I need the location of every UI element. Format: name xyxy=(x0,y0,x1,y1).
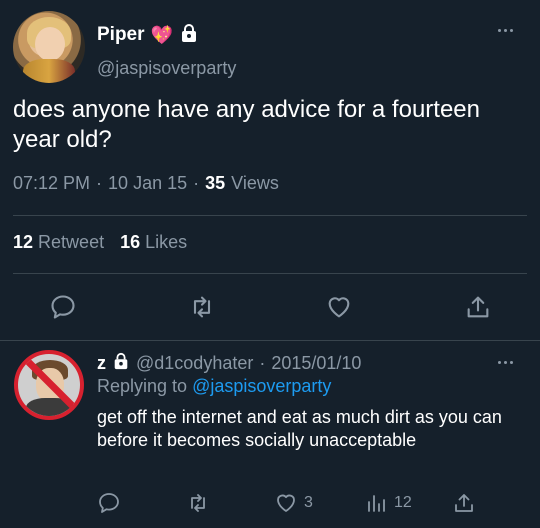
reply-like-count: 3 xyxy=(304,494,313,511)
reply-more-options-icon[interactable] xyxy=(498,356,520,368)
author-avatar[interactable] xyxy=(13,11,85,83)
reply-button[interactable] xyxy=(49,293,77,321)
share-icon xyxy=(467,296,489,318)
divider xyxy=(0,340,540,341)
reply-icon xyxy=(99,493,119,513)
tweet-text: does anyone have any advice for a fourte… xyxy=(13,96,480,153)
tweet-meta: 07:12 PM · 10 Jan 15 · 35 Views xyxy=(13,173,279,194)
reply-icon xyxy=(51,295,75,319)
retweet-label: Retweet xyxy=(38,232,105,252)
views-chart-icon xyxy=(368,495,385,512)
retweet-button[interactable] xyxy=(188,293,216,321)
heart-icon xyxy=(328,297,350,318)
reply-date[interactable]: 2015/01/10 xyxy=(271,353,361,374)
lock-icon xyxy=(112,352,130,375)
tweet-date[interactable]: 10 Jan 15 xyxy=(108,173,187,194)
likes-count: 16 xyxy=(120,232,141,252)
reply-header: z @d1codyhater · 2015/01/10 xyxy=(97,352,361,375)
share-icon xyxy=(455,494,473,512)
author-header: Piper 💖 xyxy=(97,22,199,48)
replying-to: Replying to @jaspisoverparty xyxy=(97,376,331,397)
like-button[interactable] xyxy=(325,293,353,321)
meta-separator: · xyxy=(96,173,103,193)
replying-prefix: Replying to xyxy=(97,376,188,396)
reply-retweet-button[interactable] xyxy=(186,491,210,515)
reply-views-count: 12 xyxy=(394,494,412,511)
reply-like-button[interactable]: 3 xyxy=(274,491,313,515)
reply-author-avatar[interactable] xyxy=(14,350,84,420)
divider xyxy=(13,215,527,216)
retweet-icon xyxy=(191,494,205,512)
retweet-icon xyxy=(193,296,211,318)
reply-handle[interactable]: @d1codyhater xyxy=(136,353,253,374)
author-display-name[interactable]: Piper xyxy=(97,24,145,46)
tweet-time[interactable]: 07:12 PM xyxy=(13,173,90,194)
author-handle[interactable]: @jaspisoverparty xyxy=(97,58,236,79)
share-button[interactable] xyxy=(464,293,492,321)
reply-separator: · xyxy=(259,353,266,373)
reply-views-button[interactable]: 12 xyxy=(364,491,412,515)
lock-icon xyxy=(179,23,199,48)
reply-text: get off the internet and eat as much dir… xyxy=(97,407,502,450)
heart-icon xyxy=(277,494,295,512)
engagement-stats: 12 Retweet 16 Likes xyxy=(13,232,187,253)
views-label: Views xyxy=(231,173,279,193)
divider xyxy=(13,273,527,274)
reply-share-button[interactable] xyxy=(452,491,476,515)
views-count: 35 xyxy=(205,173,226,193)
retweets-stat[interactable]: 12 Retweet xyxy=(13,232,104,253)
reply-display-name[interactable]: z xyxy=(97,353,106,374)
replying-mention[interactable]: @jaspisoverparty xyxy=(192,376,331,396)
reply-reply-button[interactable] xyxy=(97,491,121,515)
retweet-count: 12 xyxy=(13,232,34,252)
likes-stat[interactable]: 16 Likes xyxy=(120,232,187,253)
more-options-icon[interactable] xyxy=(498,24,520,36)
sparkling-heart-emoji: 💖 xyxy=(150,24,173,45)
meta-separator: · xyxy=(193,173,200,193)
likes-label: Likes xyxy=(145,232,188,252)
